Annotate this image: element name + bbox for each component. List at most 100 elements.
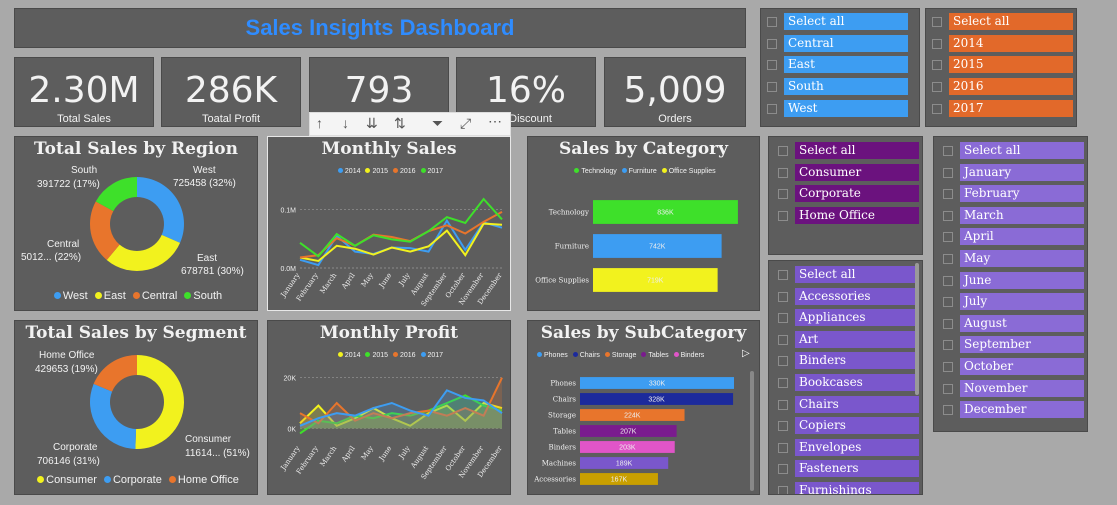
slicer-item[interactable]: Appliances — [769, 309, 922, 327]
slicer-item[interactable]: February — [934, 185, 1087, 203]
checkbox[interactable] — [943, 297, 953, 308]
slicer-item[interactable]: May — [934, 250, 1087, 268]
slice-value: 725458 (32%) — [173, 178, 236, 189]
checkbox[interactable] — [943, 405, 953, 416]
checkbox[interactable] — [943, 146, 953, 156]
region-donut-chart[interactable]: Total Sales by Region West 725458 (32%) … — [14, 136, 258, 311]
checkbox[interactable] — [943, 340, 953, 351]
arrow-up-icon[interactable]: ↑ — [316, 115, 323, 131]
slicer-item[interactable]: 2015 — [926, 56, 1076, 74]
slicer-item[interactable]: 2017 — [926, 99, 1076, 118]
slicer-item[interactable]: East — [761, 56, 919, 74]
slicer-item[interactable]: Home Office — [769, 207, 922, 225]
category-bar-chart[interactable]: Sales by Category Technology Furniture O… — [527, 136, 760, 311]
slicer-item[interactable]: July — [934, 293, 1087, 311]
slicer-item[interactable]: 2014 — [926, 34, 1076, 53]
slicer-item[interactable]: January — [934, 163, 1087, 182]
slicer-item[interactable]: South — [761, 78, 919, 96]
checkbox[interactable] — [778, 146, 788, 156]
slicer-item[interactable]: Furnishings — [769, 482, 922, 494]
checkbox[interactable] — [943, 232, 953, 243]
checkbox[interactable] — [932, 38, 942, 49]
slicer-item[interactable]: Copiers — [769, 417, 922, 435]
slicer-item[interactable]: October — [934, 358, 1087, 376]
checkbox[interactable] — [932, 103, 942, 114]
kpi-orders[interactable]: 5,009 Orders — [604, 57, 746, 127]
checkbox[interactable] — [778, 378, 788, 388]
checkbox[interactable] — [943, 254, 953, 264]
slicer-item[interactable]: Accessories — [769, 287, 922, 306]
checkbox[interactable] — [778, 334, 788, 345]
checkbox[interactable] — [943, 383, 953, 394]
checkbox[interactable] — [767, 17, 777, 27]
kpi-total-sales[interactable]: 2.30M Total Sales — [14, 57, 154, 127]
checkbox[interactable] — [778, 291, 788, 302]
more-options-icon[interactable]: ⋯ — [488, 113, 502, 130]
checkbox[interactable] — [943, 362, 953, 372]
checkbox[interactable] — [943, 210, 953, 221]
slicer-item[interactable]: September — [934, 336, 1087, 354]
checkbox[interactable] — [932, 60, 942, 71]
slicer-item[interactable]: West — [761, 99, 919, 118]
expand-hierarchy-icon[interactable]: ⇅ — [394, 115, 406, 132]
slicer-item[interactable]: Select all — [926, 13, 1076, 31]
slicer-item[interactable]: June — [934, 271, 1087, 290]
focus-mode-icon[interactable]: ⤢ — [460, 115, 471, 132]
double-arrow-down-icon[interactable]: ⇊ — [366, 115, 378, 132]
checkbox[interactable] — [943, 275, 953, 286]
checkbox[interactable] — [767, 103, 777, 114]
checkbox[interactable] — [943, 189, 953, 200]
arrow-down-icon[interactable]: ↓ — [342, 115, 349, 131]
slicer-item[interactable]: Bookcases — [769, 374, 922, 392]
filter-icon[interactable]: ⏷ — [432, 115, 443, 132]
checkbox[interactable] — [778, 356, 788, 367]
segment-donut-chart[interactable]: Total Sales by Segment Home Office 42965… — [14, 320, 258, 495]
checkbox[interactable] — [767, 60, 777, 71]
monthly-sales-chart[interactable]: Monthly Sales 2014 2015 2016 2017 0.1M 0.… — [267, 136, 511, 311]
checkbox[interactable] — [767, 38, 777, 49]
slicer-item-label: December — [960, 401, 1084, 419]
slicer-item[interactable]: Select all — [761, 13, 919, 31]
slicer-item-label: Fasteners — [795, 460, 919, 478]
slicer-item[interactable]: Select all — [934, 142, 1087, 160]
checkbox[interactable] — [943, 318, 953, 329]
kpi-total-profit[interactable]: 286K Toatal Profit — [161, 57, 301, 127]
slicer-item[interactable]: Consumer — [769, 163, 922, 182]
checkbox[interactable] — [778, 313, 788, 324]
slicer-item[interactable]: April — [934, 228, 1087, 246]
y-tick-label: 0K — [287, 426, 296, 433]
x-tick-label: March — [319, 444, 339, 468]
checkbox[interactable] — [767, 82, 777, 93]
slicer-item[interactable]: Art — [769, 330, 922, 349]
checkbox[interactable] — [778, 464, 788, 475]
slicer-item[interactable]: Fasteners — [769, 460, 922, 478]
checkbox[interactable] — [778, 270, 788, 280]
slicer-item[interactable]: Envelopes — [769, 438, 922, 457]
checkbox[interactable] — [778, 442, 788, 453]
slicer-item[interactable]: August — [934, 314, 1087, 333]
slicer-item-label: September — [960, 336, 1084, 354]
slicer-item[interactable]: 2016 — [926, 78, 1076, 96]
monthly-profit-chart[interactable]: Monthly Profit 2014 2015 2016 2017 20K 0K… — [267, 320, 511, 495]
checkbox[interactable] — [943, 167, 953, 178]
slicer-item[interactable]: Select all — [769, 142, 922, 160]
checkbox[interactable] — [932, 82, 942, 93]
checkbox[interactable] — [778, 421, 788, 432]
slicer-item[interactable]: December — [934, 401, 1087, 419]
slicer-item[interactable]: November — [934, 379, 1087, 398]
subcategory-bar-chart[interactable]: Sales by SubCategory Phones Chairs Stora… — [527, 320, 760, 495]
data-label: 328K — [648, 396, 665, 403]
slicer-item[interactable]: Chairs — [769, 395, 922, 414]
checkbox[interactable] — [778, 211, 788, 222]
slicer-item[interactable]: Binders — [769, 352, 922, 370]
slicer-item[interactable]: Central — [761, 34, 919, 53]
checkbox[interactable] — [778, 167, 788, 178]
checkbox[interactable] — [778, 486, 788, 494]
slicer-item[interactable]: Corporate — [769, 185, 922, 203]
checkbox[interactable] — [778, 189, 788, 200]
checkbox[interactable] — [778, 399, 788, 410]
slicer-item[interactable]: March — [934, 206, 1087, 225]
checkbox[interactable] — [932, 17, 942, 27]
slicer-item[interactable]: Select all — [769, 266, 922, 284]
scrollbar[interactable] — [915, 263, 919, 395]
